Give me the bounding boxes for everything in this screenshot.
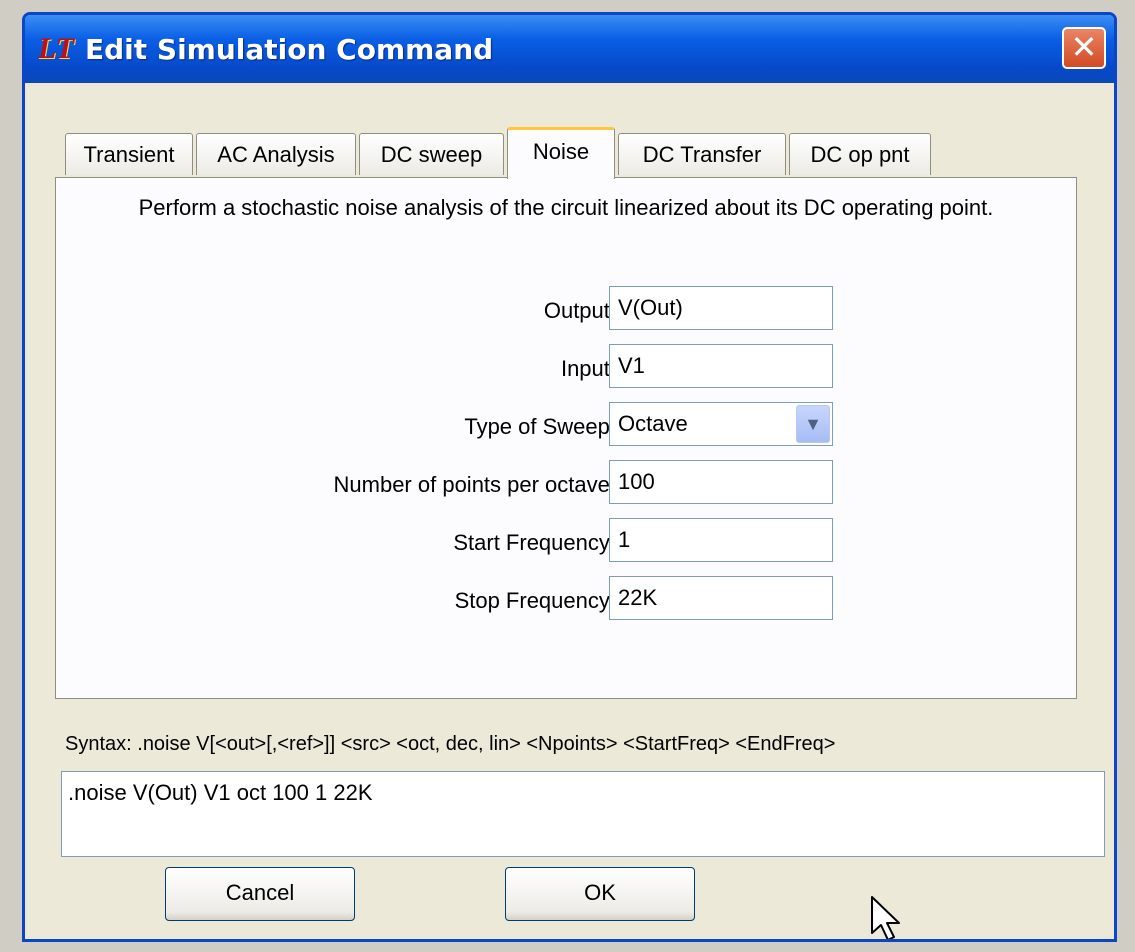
noise-tab-panel: Perform a stochastic noise analysis of t… bbox=[55, 177, 1077, 699]
syntax-hint: Syntax: .noise V[<out>[,<ref>]] <src> <o… bbox=[65, 733, 836, 755]
tab-ac-analysis[interactable]: AC Analysis bbox=[196, 133, 356, 175]
points-label: Number of points per octave: bbox=[333, 472, 616, 497]
tab-noise[interactable]: Noise bbox=[507, 127, 615, 179]
tab-dc-transfer[interactable]: DC Transfer bbox=[618, 133, 786, 175]
chevron-down-icon[interactable]: ▼ bbox=[796, 405, 830, 443]
mouse-pointer-icon bbox=[871, 896, 900, 939]
ltspice-logo-icon: LT bbox=[37, 32, 75, 65]
input-label: Input: bbox=[560, 356, 616, 381]
output-label: Output: bbox=[543, 298, 616, 323]
tab-transient[interactable]: Transient bbox=[65, 133, 193, 175]
ok-button[interactable]: OK bbox=[505, 867, 695, 921]
points-field[interactable]: 100 bbox=[609, 460, 833, 504]
tab-dc-op-pnt[interactable]: DC op pnt bbox=[789, 133, 931, 175]
edit-simulation-dialog: LT Edit Simulation Command ✕ Transient A… bbox=[22, 12, 1117, 942]
input-field[interactable]: V1 bbox=[609, 344, 833, 388]
close-button[interactable]: ✕ bbox=[1062, 27, 1106, 69]
output-field[interactable]: V(Out) bbox=[609, 286, 833, 330]
tab-dc-sweep[interactable]: DC sweep bbox=[359, 133, 504, 175]
stop-frequency-field[interactable]: 22K bbox=[609, 576, 833, 620]
stop-frequency-label: Stop Frequency: bbox=[454, 588, 616, 613]
analysis-description: Perform a stochastic noise analysis of t… bbox=[138, 195, 994, 220]
cancel-button[interactable]: Cancel bbox=[165, 867, 355, 921]
start-frequency-field[interactable]: 1 bbox=[609, 518, 833, 562]
command-textbox[interactable]: .noise V(Out) V1 oct 100 1 22K bbox=[61, 771, 1105, 857]
dialog-title: Edit Simulation Command bbox=[85, 32, 494, 66]
sweep-type-select[interactable]: Octave ▼ bbox=[609, 402, 833, 446]
sweep-type-value: Octave bbox=[618, 411, 688, 436]
title-bar[interactable]: LT Edit Simulation Command ✕ bbox=[25, 15, 1114, 83]
start-frequency-label: Start Frequency: bbox=[453, 530, 616, 555]
sweep-type-label: Type of Sweep: bbox=[464, 414, 616, 439]
